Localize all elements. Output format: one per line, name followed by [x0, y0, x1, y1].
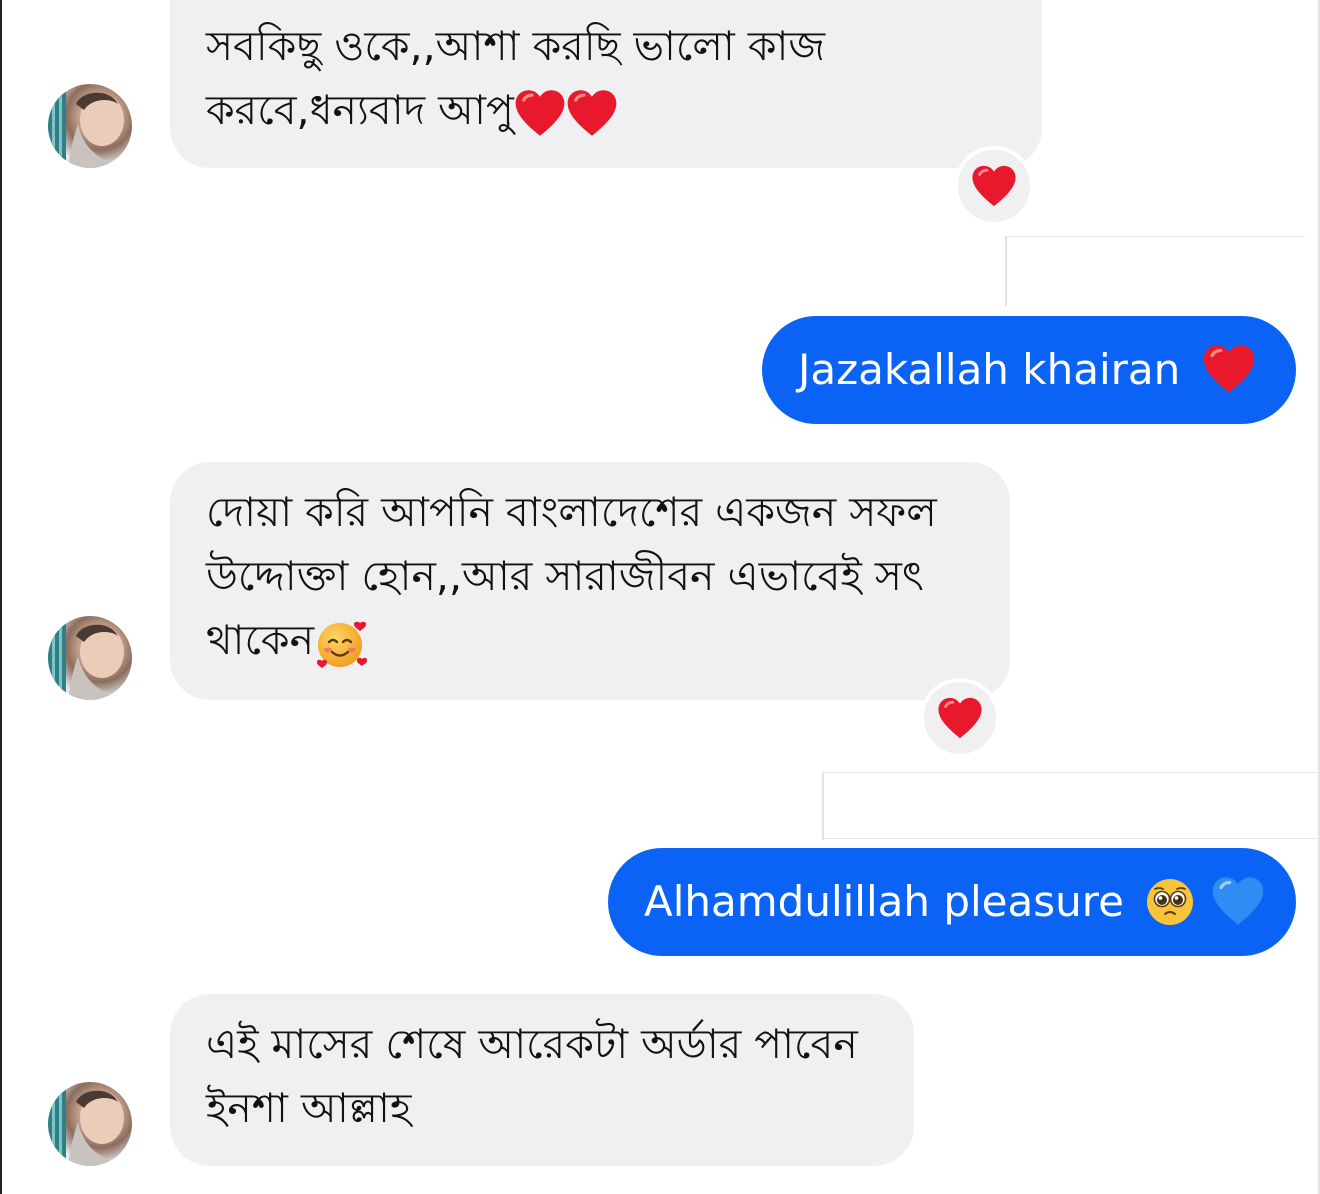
message-bubble-outgoing[interactable]: Jazakallah khairan	[762, 316, 1296, 424]
avatar-photo	[48, 1082, 132, 1166]
message-text-line: ইনশা আল্লাহ	[206, 1084, 412, 1132]
red-heart-emoji	[1203, 344, 1254, 393]
sender-avatar[interactable]	[48, 84, 132, 168]
thread-divider	[822, 772, 1318, 773]
reaction-badge[interactable]	[920, 678, 1000, 758]
message-text-line: এই মাসের শেষে আরেকটা অর্ডার পাবেন	[206, 1020, 858, 1068]
avatar-photo	[48, 84, 132, 168]
reaction-badge[interactable]	[954, 146, 1034, 226]
message-text-line: দোয়া করি আপনি বাংলাদেশের একজন সফল	[206, 488, 937, 536]
red-heart-icon	[938, 697, 982, 739]
message-bubble-incoming[interactable]: এই মাসের শেষে আরেকটা অর্ডার পাবেন ইনশা আ…	[170, 994, 914, 1166]
red-heart-icon	[972, 165, 1016, 207]
thread-divider	[1005, 236, 1305, 237]
message-text-line: উদ্দোক্তা হোন,,আর সারাজীবন এভাবেই সৎ	[206, 552, 924, 600]
message-text: Alhamdulillah pleasure	[644, 877, 1124, 926]
red-heart-emoji	[567, 90, 617, 136]
message-bubble-incoming[interactable]: সবকিছু ওকে,,আশা করছি ভালো কাজ করবে,ধন্যব…	[170, 0, 1042, 168]
screen-edge	[0, 0, 2, 1194]
thread-divider	[822, 772, 824, 840]
message-text-line: থাকেন	[206, 616, 315, 664]
blue-heart-emoji	[1212, 876, 1263, 925]
thread-divider	[822, 838, 1318, 839]
thread-divider	[1005, 236, 1007, 306]
sender-avatar[interactable]	[48, 616, 132, 700]
message-text: Jazakallah khairan	[798, 345, 1181, 394]
message-text-line: করবে,ধন্যবাদ আপু	[206, 86, 514, 134]
message-bubble-incoming[interactable]: দোয়া করি আপনি বাংলাদেশের একজন সফল উদ্দো…	[170, 462, 1010, 700]
message-bubble-outgoing[interactable]: Alhamdulillah pleasure	[608, 848, 1296, 956]
avatar-photo	[48, 616, 132, 700]
smiling-face-with-hearts-emoji	[317, 621, 368, 668]
red-heart-emoji	[515, 90, 565, 136]
message-text-line: সবকিছু ওকে,,আশা করছি ভালো কাজ	[206, 22, 826, 70]
pleading-face-emoji	[1147, 878, 1194, 925]
sender-avatar[interactable]	[48, 1082, 132, 1166]
